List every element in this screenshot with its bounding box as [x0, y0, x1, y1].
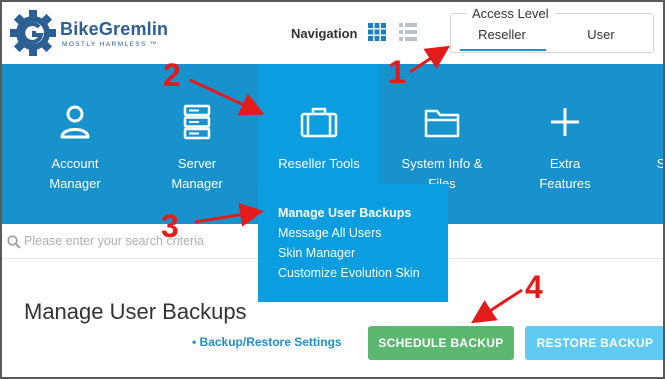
nav-item-account-manager[interactable]: Account Manager [15, 64, 135, 224]
header: BikeGremlin MOSTLY HARMLESS ™ Navigation… [2, 2, 663, 64]
annotation-number: 1 [388, 54, 406, 90]
server-icon [183, 104, 211, 140]
page-title: Manage User Backups [24, 299, 247, 324]
nav-item-label: Reseller Tools [278, 156, 360, 171]
folder-icon [424, 109, 460, 138]
dropdown-item-manage-user-backups[interactable]: Manage User Backups [278, 206, 411, 220]
search-underline [448, 258, 663, 259]
brand-tagline: MOSTLY HARMLESS ™ [62, 41, 158, 48]
reseller-tools-dropdown: Manage User Backups Message All Users Sk… [258, 184, 448, 302]
navigation-label: Navigation [291, 26, 358, 41]
user-icon [60, 105, 90, 139]
grid-view-icon[interactable] [368, 23, 386, 41]
nav-item-server-manager[interactable]: Server Manager [137, 64, 257, 224]
restore-backup-button[interactable]: RESTORE BACKUP [525, 326, 663, 360]
search-underline [2, 258, 258, 259]
backup-restore-settings-link[interactable]: • Backup/Restore Settings [192, 335, 342, 349]
dropdown-item-message-all-users[interactable]: Message All Users [278, 226, 382, 240]
plus-icon [551, 108, 579, 136]
dropdown-item-customize-evolution-skin[interactable]: Customize Evolution Skin [278, 266, 420, 280]
annotation-arrow-4 [470, 288, 523, 324]
brand-name: BikeGremlin [60, 19, 169, 39]
nav-item-reseller-tools[interactable]: Reseller Tools [259, 64, 379, 184]
access-level-title: Access Level [466, 6, 555, 21]
annotation-number: 4 [525, 269, 543, 305]
nav-item-truncated[interactable]: S [598, 64, 663, 224]
nav-item-label: Account Manager [49, 156, 101, 191]
gear-logo-icon [10, 10, 56, 56]
schedule-backup-button[interactable]: SCHEDULE BACKUP [368, 326, 514, 360]
window-frame: BikeGremlin MOSTLY HARMLESS ™ Navigation… [0, 0, 665, 379]
search-icon [7, 235, 21, 249]
search-input[interactable] [24, 231, 254, 251]
dropdown-item-skin-manager[interactable]: Skin Manager [278, 246, 355, 260]
access-level-active-indicator [460, 49, 546, 51]
access-level-user-tab[interactable]: User [552, 20, 650, 50]
nav-item-label: S [598, 154, 663, 174]
list-view-icon[interactable] [399, 23, 417, 41]
access-level-reseller-tab[interactable]: Reseller [454, 20, 550, 50]
annotation-number: 3 [161, 208, 179, 244]
briefcase-icon [300, 107, 338, 138]
annotation-number: 2 [163, 57, 181, 93]
nav-item-label: Server Manager [171, 156, 223, 191]
